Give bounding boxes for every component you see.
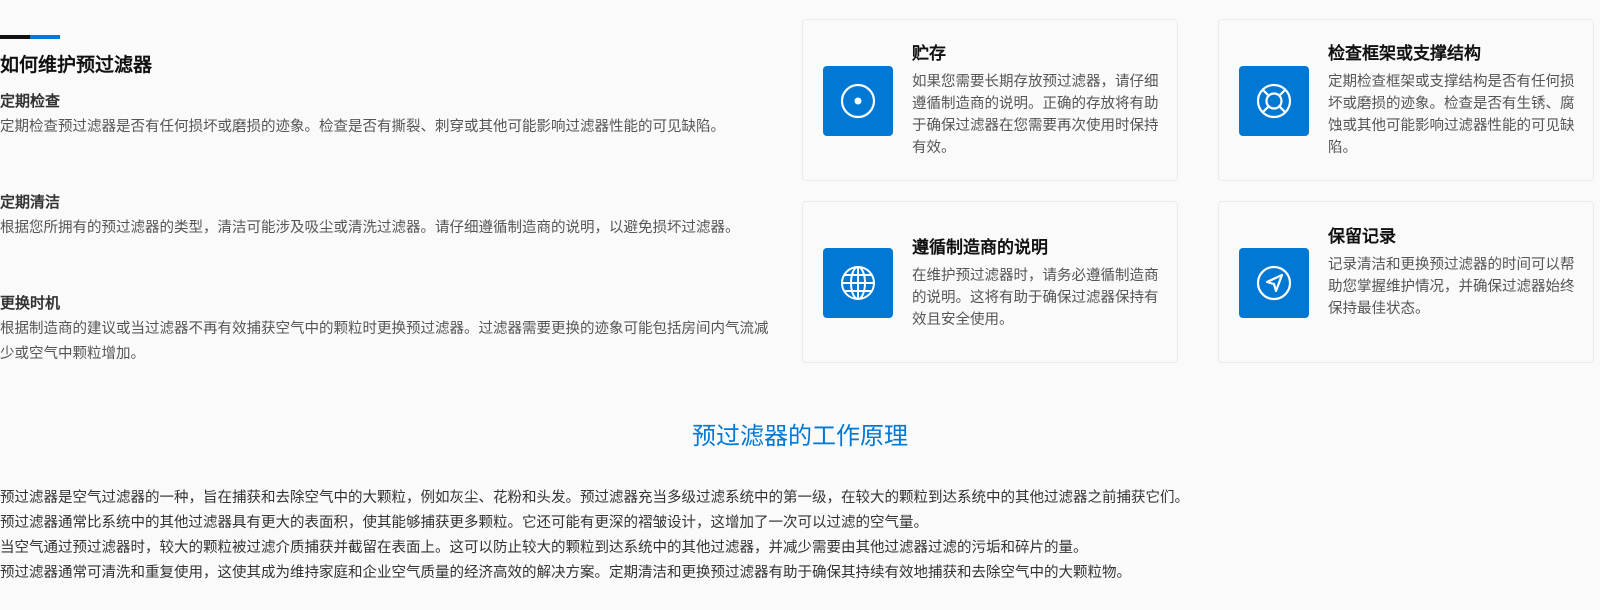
maintenance-item-title: 定期清洁 — [0, 193, 61, 211]
maintenance-item-replacement: 更换时机 根据制造商的建议或当过滤器不再有效捕获空气中的颗粒时更换预过滤器。过滤… — [0, 292, 770, 367]
maintenance-item-title: 更换时机 — [0, 294, 61, 312]
card-text: 如果您需要长期存放预过滤器，请仔细遵循制造商的说明。正确的存放将有助于确保过滤器… — [912, 74, 1159, 156]
navigation-icon — [1239, 248, 1309, 318]
maintenance-item-title: 定期检查 — [0, 92, 61, 110]
card-follow-instructions: 遵循制造商的说明 在维护预过滤器时，请务必遵循制造商的说明。这将有助于确保过滤器… — [802, 201, 1178, 363]
lifebuoy-icon — [1239, 66, 1309, 136]
principle-paragraph: 预过滤器通常比系统中的其他过滤器具有更大的表面积，使其能够捕获更多颗粒。它还可能… — [0, 515, 928, 531]
card-title: 遵循制造商的说明 — [912, 238, 1048, 258]
card-title: 贮存 — [912, 44, 946, 64]
maintenance-title: 如何维护预过滤器 — [0, 54, 153, 76]
card-keep-records: 保留记录 记录清洁和更换预过滤器的时间可以帮助您掌握维护情况，并确保过滤器始终保… — [1218, 201, 1594, 363]
card-text: 在维护预过滤器时，请务必遵循制造商的说明。这将有助于确保过滤器保持有效且安全使用… — [912, 268, 1159, 328]
maintenance-item-text: 根据制造商的建议或当过滤器不再有效捕获空气中的颗粒时更换预过滤器。过滤器需要更换… — [0, 321, 769, 362]
accent-bar-dark-segment — [0, 35, 30, 39]
section-accent-bar — [0, 35, 60, 39]
target-icon — [823, 66, 893, 136]
principle-title: 预过滤器的工作原理 — [692, 422, 908, 450]
card-text: 定期检查框架或支撑结构是否有任何损坏或磨损的迹象。检查是否有生锈、腐蚀或其他可能… — [1328, 74, 1575, 156]
maintenance-item-inspection: 定期检查 定期检查预过滤器是否有任何损坏或磨损的迹象。检查是否有撕裂、刺穿或其他… — [0, 90, 770, 140]
card-title: 保留记录 — [1328, 227, 1396, 247]
maintenance-item-cleaning: 定期清洁 根据您所拥有的预过滤器的类型，清洁可能涉及吸尘或清洗过滤器。请仔细遵循… — [0, 191, 770, 241]
principle-paragraph: 预过滤器是空气过滤器的一种，旨在捕获和去除空气中的大颗粒，例如灰尘、花粉和头发。… — [0, 490, 1189, 506]
maintenance-item-text: 定期检查预过滤器是否有任何损坏或磨损的迹象。检查是否有撕裂、刺穿或其他可能影响过… — [0, 119, 725, 135]
card-frame-check: 检查框架或支撑结构 定期检查框架或支撑结构是否有任何损坏或磨损的迹象。检查是否有… — [1218, 19, 1594, 181]
principle-paragraph: 预过滤器通常可清洗和重复使用，这使其成为维持家庭和企业空气质量的经济高效的解决方… — [0, 565, 1131, 581]
card-title: 检查框架或支撑结构 — [1328, 44, 1481, 64]
card-text: 记录清洁和更换预过滤器的时间可以帮助您掌握维护情况，并确保过滤器始终保持最佳状态… — [1328, 257, 1575, 317]
principle-paragraph: 当空气通过预过滤器时，较大的颗粒被过滤介质捕获并截留在表面上。这可以防止较大的颗… — [0, 540, 1088, 556]
card-storage: 贮存 如果您需要长期存放预过滤器，请仔细遵循制造商的说明。正确的存放将有助于确保… — [802, 19, 1178, 181]
accent-bar-blue-segment — [30, 35, 60, 39]
principle-body: 预过滤器是空气过滤器的一种，旨在捕获和去除空气中的大颗粒，例如灰尘、花粉和头发。… — [0, 486, 1600, 586]
maintenance-item-text: 根据您所拥有的预过滤器的类型，清洁可能涉及吸尘或清洗过滤器。请仔细遵循制造商的说… — [0, 220, 740, 236]
globe-icon — [823, 248, 893, 318]
